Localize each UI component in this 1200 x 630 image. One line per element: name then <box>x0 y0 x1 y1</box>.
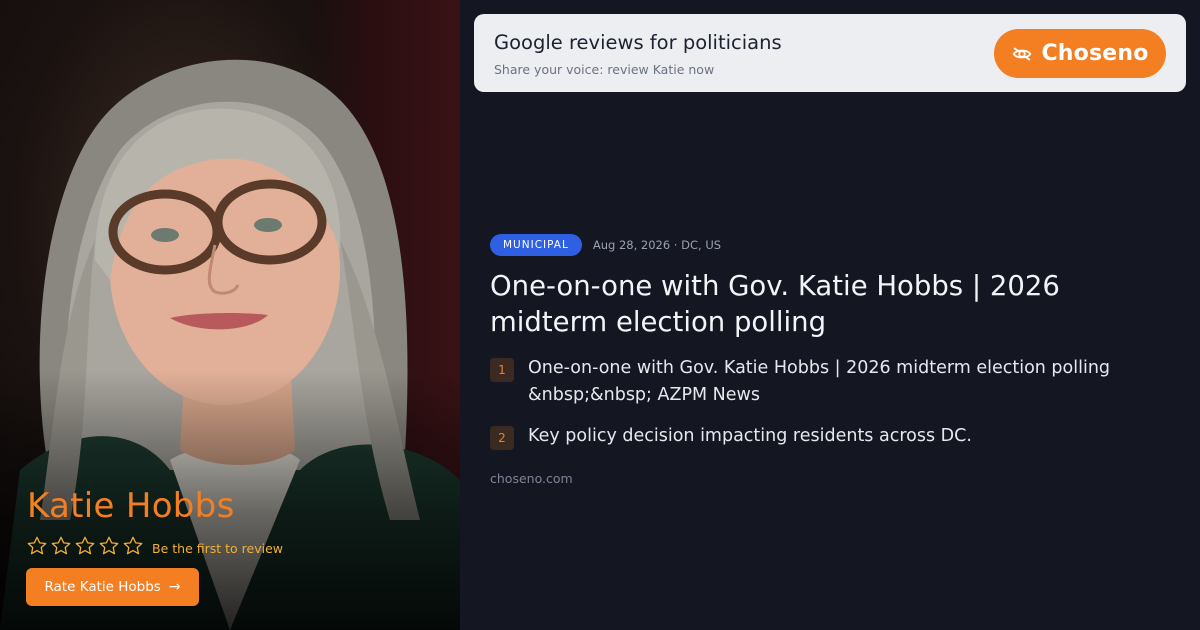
category-tag[interactable]: MUNICIPAL <box>490 234 582 256</box>
star-icon[interactable] <box>122 535 144 557</box>
star-icon[interactable] <box>74 535 96 557</box>
eye-swirl-icon <box>1013 47 1032 60</box>
banner-title: Google reviews for politicians <box>494 31 782 54</box>
key-points-list: 1 One-on-one with Gov. Katie Hobbs | 202… <box>490 355 1170 464</box>
rate-politician-button[interactable]: Rate Katie Hobbs → <box>26 568 199 606</box>
star-icon[interactable] <box>26 535 48 557</box>
article-headline[interactable]: One-on-one with Gov. Katie Hobbs | 2026 … <box>490 268 1170 340</box>
star-list[interactable] <box>26 535 146 561</box>
source-domain[interactable]: choseno.com <box>490 471 573 486</box>
choseno-brand-button[interactable]: Choseno <box>994 29 1166 78</box>
point-text: Key policy decision impacting residents … <box>528 426 972 446</box>
point-text: One-on-one with Gov. Katie Hobbs | 2026 … <box>528 358 1111 405</box>
banner-subtitle: Share your voice: review Katie now <box>494 62 715 77</box>
politician-name: Katie Hobbs <box>27 486 235 526</box>
brand-label: Choseno <box>1041 41 1149 66</box>
article-meta: MUNICIPAL Aug 28, 2026 · DC, US <box>490 234 721 256</box>
star-icon[interactable] <box>50 535 72 557</box>
star-rating[interactable]: Be the first to review <box>26 535 283 561</box>
arrow-right-icon: → <box>168 579 181 595</box>
star-icon[interactable] <box>98 535 120 557</box>
point-number: 1 <box>490 358 514 382</box>
point-number: 2 <box>490 426 514 450</box>
list-item: 2 Key policy decision impacting resident… <box>490 423 1170 450</box>
article-date-location: Aug 28, 2026 · DC, US <box>592 238 722 252</box>
promo-banner: Google reviews for politicians Share you… <box>474 14 1186 92</box>
rate-button-label: Rate Katie Hobbs <box>44 579 161 595</box>
rating-note: Be the first to review <box>152 540 283 556</box>
list-item: 1 One-on-one with Gov. Katie Hobbs | 202… <box>490 355 1170 409</box>
